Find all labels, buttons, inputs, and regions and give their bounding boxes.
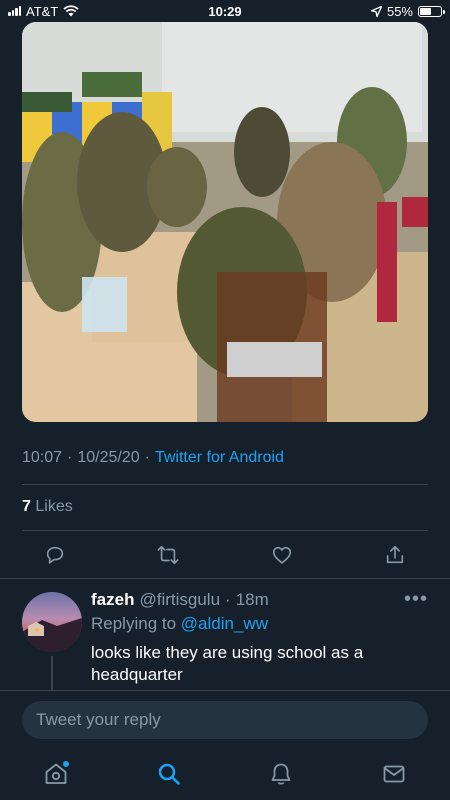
likes-row[interactable]: 7 Likes (22, 498, 73, 516)
location-arrow-icon (370, 5, 382, 17)
retweet-icon (157, 545, 179, 565)
avatar-image (22, 618, 82, 652)
likes-label: Likes (35, 498, 73, 515)
share-icon (386, 545, 404, 564)
reply-separator: · (225, 590, 231, 609)
status-bar-right: 55% (370, 3, 445, 19)
signal-icon (8, 6, 21, 16)
mail-icon (383, 765, 405, 783)
share-button[interactable] (380, 540, 410, 570)
comment-icon (46, 546, 64, 564)
wifi-icon (63, 5, 79, 17)
reply-button[interactable] (40, 540, 70, 570)
status-bar-left: AT&T (8, 4, 79, 19)
photo-image (22, 22, 428, 422)
reply-author-handle[interactable]: @firtisgulu (139, 590, 220, 610)
tweet-photo[interactable] (22, 22, 428, 422)
status-bar: AT&T 10:29 55% (0, 0, 450, 22)
reply-header: fazeh @firtisgulu · 18m (91, 590, 430, 610)
reply-time: 18m (235, 590, 269, 609)
tab-home[interactable] (36, 754, 76, 794)
compose-bar: Tweet your reply (0, 690, 450, 748)
heart-icon (272, 546, 291, 564)
tab-notifications[interactable] (261, 754, 301, 794)
battery-icon (418, 5, 445, 17)
thread-line (51, 656, 53, 690)
tweet-source-link[interactable]: Twitter for Android (155, 449, 284, 467)
replying-to-mention[interactable]: @aldin_ww (181, 614, 268, 633)
tab-search[interactable] (149, 754, 189, 794)
more-options-icon[interactable]: ••• (404, 588, 428, 611)
divider (22, 530, 428, 531)
reply-author-name[interactable]: fazeh (91, 590, 134, 610)
meta-separator: · (144, 449, 150, 466)
divider (22, 484, 428, 485)
retweet-button[interactable] (153, 540, 183, 570)
avatar[interactable] (22, 592, 82, 652)
tweet-date: 10/25/20 (77, 449, 140, 466)
tab-messages[interactable] (374, 754, 414, 794)
bell-icon (271, 763, 291, 785)
reply-body: fazeh @firtisgulu · 18m Replying to @ald… (91, 590, 430, 686)
reply-text: looks like they are using school as a he… (91, 643, 364, 684)
replying-to-prefix: Replying to (91, 614, 177, 633)
battery-fill (420, 7, 431, 15)
likes-count: 7 (22, 498, 31, 515)
reply-input[interactable]: Tweet your reply (22, 701, 428, 739)
like-button[interactable] (267, 540, 297, 570)
meta-separator: · (67, 449, 73, 466)
search-icon (158, 763, 180, 785)
battery-percent: 55% (386, 3, 413, 19)
tweet-actions (40, 540, 410, 570)
replying-to: Replying to @aldin_ww (91, 614, 430, 634)
tweet-time: 10:07 (22, 449, 63, 466)
tab-bar (0, 748, 450, 800)
tweet-meta: 10:07 · 10/25/20 · Twitter for Android (22, 449, 284, 467)
reply-tweet[interactable]: fazeh @firtisgulu · 18m Replying to @ald… (0, 578, 450, 690)
carrier-label: AT&T (26, 3, 59, 19)
